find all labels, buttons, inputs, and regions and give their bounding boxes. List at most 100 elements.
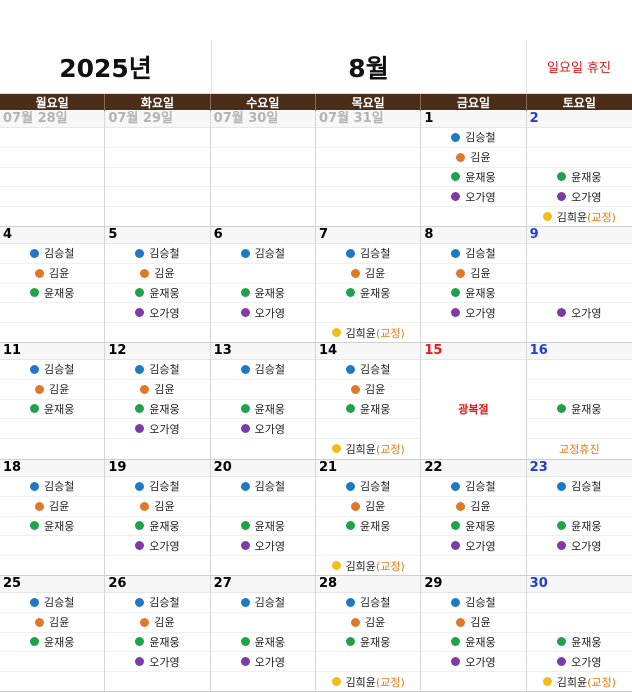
doctor-color-dot-icon <box>140 501 150 511</box>
schedule-slot <box>105 148 210 168</box>
schedule-slot: 오가영 <box>526 652 632 673</box>
doctor-name: 김윤 <box>365 616 386 630</box>
doctor-color-dot-icon <box>557 404 567 414</box>
day-cell[interactable]: 19 김승철 김윤 윤재웅 오가영 <box>105 459 211 575</box>
day-cell[interactable]: 25 김승철 김윤 윤재웅 <box>0 575 106 691</box>
doctor-name: 김승철 <box>465 480 496 494</box>
day-cell[interactable]: 30 윤재웅 오가영 김희윤 (교정) <box>526 575 632 691</box>
schedule-slot <box>211 207 315 226</box>
schedule-slot: 김승철 <box>421 477 526 497</box>
day-cell[interactable]: 8 김승철 김윤 윤재웅 오가영 <box>421 226 527 342</box>
day-cell[interactable]: 27 김승철 윤재웅 오가영 <box>210 575 316 691</box>
day-cell[interactable]: 2 윤재웅 오가영 김희윤 (교정) <box>526 111 632 226</box>
day-cell[interactable]: 16 윤재웅 교정휴진 <box>526 342 632 459</box>
doctor-color-dot-icon <box>35 268 45 278</box>
day-cell[interactable]: 07월 30일 <box>210 111 316 226</box>
day-cell[interactable]: 22 김승철 김윤 윤재웅 오가영 <box>421 459 527 575</box>
schedule-slot <box>0 323 104 342</box>
schedule-slot: 김윤 <box>0 497 105 517</box>
doctor-name: 김승철 <box>149 596 180 610</box>
schedule-slot <box>316 652 421 673</box>
day-cell[interactable]: 07월 31일 <box>316 111 422 226</box>
day-cell[interactable]: 6 김승철 윤재웅 오가영 <box>210 226 316 342</box>
schedule-slot: 윤재웅 <box>0 400 105 420</box>
day-number: 11 <box>0 342 105 360</box>
schedule-slot: 오가영 <box>210 419 315 440</box>
day-cell[interactable]: 15 광복절 <box>421 342 527 459</box>
doctor-color-dot-icon <box>35 384 45 394</box>
day-cell[interactable]: 21 김승철 김윤 윤재웅 김희윤 (교정) <box>316 459 422 575</box>
day-cell[interactable]: 12 김승철 김윤 윤재웅 오가영 <box>105 342 211 459</box>
day-cell[interactable]: 07월 28일 <box>0 111 106 226</box>
schedule-slot: 오가영 <box>526 303 632 324</box>
doctor-color-dot-icon <box>29 288 39 298</box>
day-cell[interactable]: 4 김승철 김윤 윤재웅 <box>0 226 106 342</box>
day-cell[interactable]: 9 오가영 <box>526 226 632 342</box>
day-cell[interactable]: 20 김승철 윤재웅 오가영 <box>210 459 316 575</box>
doctor-name: 김희윤 <box>556 675 588 689</box>
day-cell[interactable]: 28 김승철 김윤 윤재웅 김희윤 (교정) <box>316 575 422 691</box>
schedule-slot: 김승철 <box>210 360 315 380</box>
day-number: 6 <box>210 226 315 244</box>
day-cell[interactable]: 5 김승철 김윤 윤재웅 오가영 <box>105 226 211 342</box>
doctor-color-dot-icon <box>135 597 145 607</box>
day-number: 15 <box>421 342 526 360</box>
schedule-slot: 김승철 <box>0 360 105 380</box>
schedule-slot: 김윤 <box>316 380 421 400</box>
schedule-slot <box>421 672 525 691</box>
schedule-slot <box>105 168 210 188</box>
doctor-name: 김윤 <box>470 151 491 165</box>
schedule-slot <box>105 323 209 342</box>
schedule-slot: 윤재웅 <box>526 517 632 537</box>
schedule-slot <box>526 128 632 148</box>
doctor-name: 김희윤 <box>345 442 376 456</box>
doctor-color-dot-icon <box>240 597 250 607</box>
doctor-color-dot-icon <box>456 501 466 511</box>
schedule-slot: 김승철 <box>316 593 421 613</box>
doctor-color-dot-icon <box>29 364 39 374</box>
day-cell[interactable]: 14 김승철 김윤 윤재웅 김희윤 (교정) <box>316 342 422 459</box>
day-cell[interactable]: 11 김승철 김윤 윤재웅 <box>0 342 106 459</box>
weekday-label: 월요일 <box>0 94 106 111</box>
doctor-name: 김승철 <box>149 480 180 494</box>
doctor-name: 윤재웅 <box>43 402 75 416</box>
month-title: 8월 <box>348 53 389 83</box>
doctor-name: 오가영 <box>571 306 602 320</box>
day-cell[interactable]: 7 김승철 김윤 윤재웅 김희윤 (교정) <box>316 226 422 342</box>
day-number: 14 <box>316 342 421 360</box>
doctor-color-dot-icon <box>240 248 250 258</box>
day-number: 8 <box>421 226 526 244</box>
day-cell[interactable]: 13 김승철 윤재웅 오가영 <box>210 342 316 459</box>
day-cell[interactable]: 26 김승철 김윤 윤재웅 오가영 <box>105 575 211 691</box>
doctor-name: 김윤 <box>154 383 175 397</box>
calendar-header: 2025년 8월 일요일 휴진 <box>0 40 632 94</box>
day-number: 07월 28일 <box>0 111 105 128</box>
schedule-slot <box>211 439 315 458</box>
doctor-color-dot-icon <box>135 404 145 414</box>
doctor-name: 윤재웅 <box>359 519 391 533</box>
doctor-name: 김윤 <box>49 616 70 630</box>
schedule-slot: 김승철 <box>316 244 421 264</box>
day-number: 4 <box>0 226 105 244</box>
doctor-color-dot-icon <box>451 288 461 298</box>
day-cell[interactable]: 18 김승철 김윤 윤재웅 <box>0 459 106 575</box>
week-row: 11 김승철 김윤 윤재웅 12 김승철 김윤 윤재웅 오가영 13 김승철 윤재웅 오가영 14 김승철 김… <box>0 342 632 460</box>
schedule-slot <box>105 556 209 575</box>
doctor-color-dot-icon <box>351 384 361 394</box>
doctor-name: 김승철 <box>43 480 75 494</box>
schedule-slot <box>316 536 421 557</box>
day-cell[interactable]: 1 김승철 김윤 윤재웅 오가영 <box>421 111 527 226</box>
doctor-name: 김윤 <box>470 500 491 514</box>
schedule-slot: 김승철 <box>421 244 526 264</box>
day-cell[interactable]: 07월 29일 <box>105 111 211 226</box>
day-number: 21 <box>316 459 421 477</box>
doctor-color-dot-icon <box>135 424 145 434</box>
schedule-slot: 김윤 <box>105 264 210 284</box>
schedule-slot: 윤재웅 <box>210 633 315 653</box>
doctor-name: 김윤 <box>49 500 70 514</box>
schedule-slot <box>527 323 632 342</box>
schedule-slot <box>210 264 315 284</box>
day-cell[interactable]: 23 김승철 윤재웅 오가영 <box>526 459 632 575</box>
day-cell[interactable]: 29 김승철 김윤 윤재웅 오가영 <box>421 575 527 691</box>
schedule-slot <box>526 613 632 633</box>
